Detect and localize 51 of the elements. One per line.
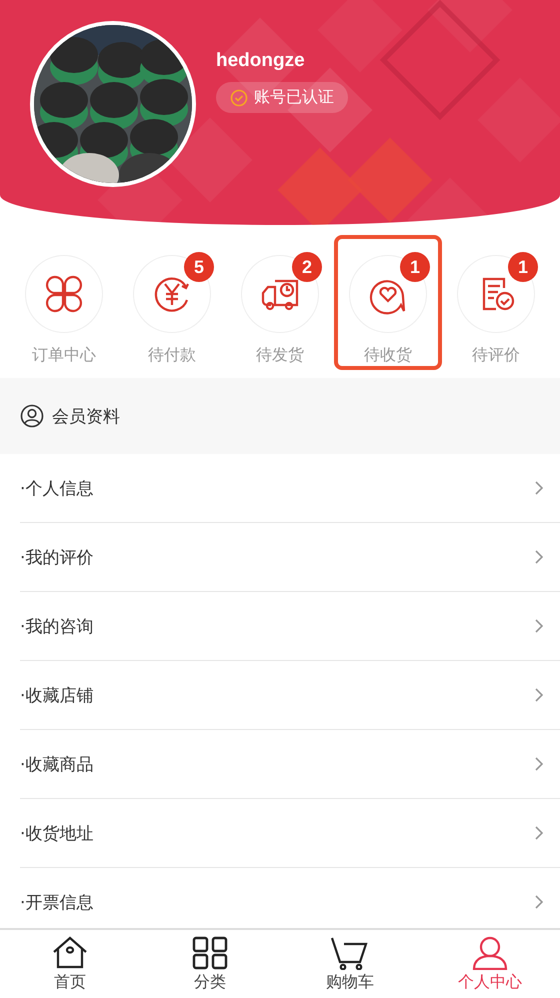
chevron-right-icon [534,480,544,496]
menu-label: ·个人信息 [20,478,94,500]
chevron-right-icon [534,549,544,565]
grid-icon [192,936,228,970]
order-item[interactable]: 2 待发货 [226,235,334,370]
order-item[interactable]: 5 待付款 [118,235,226,370]
chevron-right-icon [534,687,544,703]
user-icon [470,936,510,970]
menu-row[interactable]: ·收藏商品 [20,730,560,799]
chevron-right-icon [534,756,544,772]
tab-label: 购物车 [326,972,374,992]
menu-row[interactable]: ·收藏店铺 [20,661,560,730]
section-title: 会员资料 [52,406,120,428]
clover-icon [44,274,84,314]
tab-label: 分类 [194,972,226,992]
user-circle-icon [20,404,44,428]
chevron-right-icon [534,618,544,634]
menu-label: ·收藏店铺 [20,684,94,706]
home-icon [52,936,88,970]
menu-row[interactable]: ·我的咨询 [20,592,560,661]
verified-label: 账号已认证 [254,87,334,108]
menu-row[interactable]: ·个人信息 [20,454,560,523]
order-label: 待评价 [472,345,520,366]
tab-label: 首页 [54,972,86,992]
tab-label: 个人中心 [458,972,522,992]
menu-label: ·我的评价 [20,546,94,568]
menu-row[interactable]: ·我的评价 [20,523,560,592]
count-badge: 1 [400,252,430,282]
order-label: 待发货 [256,345,304,366]
count-badge: 1 [508,252,538,282]
menu-label: ·我的咨询 [20,616,94,638]
count-badge: 5 [184,252,214,282]
chevron-right-icon [534,894,544,910]
menu-label: ·开票信息 [20,892,94,914]
tab[interactable]: 分类 [140,930,280,998]
tab[interactable]: 个人中心 [420,930,560,998]
menu-label: ·收货地址 [20,822,94,844]
menu-label: ·收藏商品 [20,754,94,776]
highlighted-order-item[interactable]: 1 待收货 [334,235,442,370]
cart-icon [330,936,370,970]
tab[interactable]: 购物车 [280,930,420,998]
tab[interactable]: 首页 [0,930,140,998]
order-label: 订单中心 [32,345,96,366]
order-label: 待付款 [148,345,196,366]
check-circle-icon [230,88,248,106]
count-badge: 2 [292,252,322,282]
chevron-right-icon [534,825,544,841]
menu-row[interactable]: ·收货地址 [20,799,560,868]
order-label: 待收货 [364,345,412,366]
username: hedongze [216,50,305,72]
order-item[interactable]: 1 待评价 [442,235,550,370]
